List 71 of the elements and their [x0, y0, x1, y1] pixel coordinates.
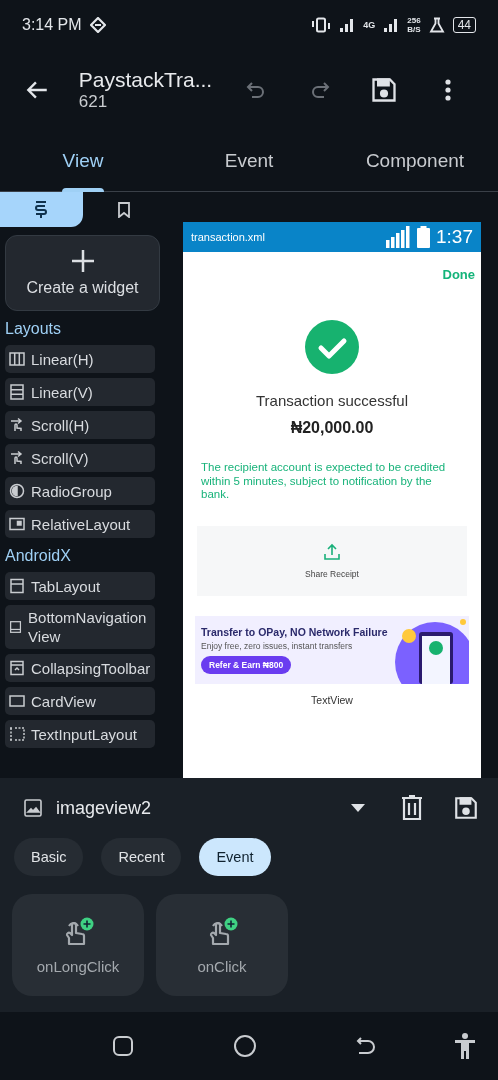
amount-text: ₦20,000.00: [290, 419, 374, 437]
back-arrow-icon: [355, 1035, 378, 1057]
project-id: 621: [78, 92, 109, 112]
card-icon: [9, 693, 25, 709]
widget-symbol-icon: [33, 199, 50, 220]
widget-item[interactable]: Scroll(H): [5, 411, 155, 439]
widget-item[interactable]: Linear(H): [5, 345, 155, 373]
tab[interactable]: View: [0, 130, 166, 191]
tabs-icon: [9, 578, 25, 594]
signal-icon: [385, 226, 411, 248]
credit-note: The recipient account is expected to be credited within 5 minutes, subject to notification by the bank.: [200, 461, 447, 502]
columns-icon: [9, 351, 25, 367]
widget-item[interactable]: Scroll(V): [5, 444, 155, 472]
share-receipt-button[interactable]: Share Receipt: [197, 525, 467, 596]
widget-item[interactable]: Linear(V): [5, 378, 155, 406]
text-input-icon: [9, 726, 25, 742]
textview-label: TextView: [311, 693, 353, 706]
circle-icon: [232, 1034, 257, 1058]
banner-subtitle: Enjoy free, zero issues, instant transfers: [201, 640, 354, 651]
widget-item[interactable]: CardView: [5, 687, 155, 715]
image-icon: [24, 799, 42, 817]
filter-chip[interactable]: Recent: [101, 838, 182, 876]
radio-icon: [9, 483, 25, 499]
widget-item[interactable]: TabLayout: [5, 572, 155, 600]
bottom-bar-icon: [9, 619, 23, 635]
filter-chip[interactable]: Event: [199, 838, 271, 876]
rows-icon: [9, 384, 25, 400]
widget-item[interactable]: TextInputLayout: [5, 720, 155, 748]
file-name: transaction.xml: [191, 231, 265, 243]
status-time: 3:14 PM: [22, 16, 82, 34]
accessibility-icon: [453, 1033, 476, 1059]
project-title: PaystackTra...: [78, 68, 214, 92]
trash-icon: [401, 795, 423, 821]
battery-icon: [417, 226, 430, 248]
network-type: 4G: [363, 20, 376, 30]
plus-icon: [70, 249, 95, 273]
section-title: AndroidX: [5, 546, 72, 566]
square-icon: [112, 1035, 135, 1057]
data-speed: 256 B/S: [407, 16, 421, 34]
event-card[interactable]: onClick: [156, 894, 288, 996]
collapse-icon: [9, 660, 25, 676]
tab[interactable]: Component: [332, 130, 498, 191]
create-widget-button[interactable]: Create a widget: [5, 235, 160, 311]
event-card[interactable]: onLongClick: [12, 894, 144, 996]
widget-item[interactable]: RadioGroup: [5, 477, 155, 505]
more-vertical-icon: [445, 78, 452, 102]
filter-chip[interactable]: Basic: [14, 838, 84, 876]
frame-icon: [9, 516, 25, 532]
caret-down-icon: [351, 804, 365, 812]
flask-icon: [428, 17, 445, 33]
vibrate-icon: [311, 17, 332, 33]
signal-icon: [383, 18, 400, 32]
widget-id: imageview2: [56, 797, 152, 819]
widget-item[interactable]: BottomNavigationView: [5, 605, 155, 649]
widget-item[interactable]: RelativeLayout: [5, 510, 155, 538]
widgets-tab[interactable]: [0, 192, 83, 227]
section-title: Layouts: [5, 319, 63, 339]
signal-icon: [339, 18, 356, 32]
tab[interactable]: Event: [166, 130, 332, 191]
upload-icon: [323, 542, 341, 561]
swipe-hand-icon: [9, 450, 25, 466]
app-notification-icon: [89, 17, 106, 33]
battery-level: 44: [452, 17, 476, 33]
refer-button[interactable]: Refer & Earn ₦800: [201, 655, 292, 674]
status-text: Transaction successful: [256, 392, 408, 409]
swipe-hand-icon: [9, 417, 25, 433]
preview-time: 1:37: [436, 226, 473, 248]
widget-item[interactable]: CollapsingToolbar: [5, 654, 155, 682]
banner-title: Transfer to OPay, NO Network Failure: [201, 625, 389, 638]
success-check-icon: [305, 320, 359, 374]
bookmark-icon: [116, 201, 131, 218]
